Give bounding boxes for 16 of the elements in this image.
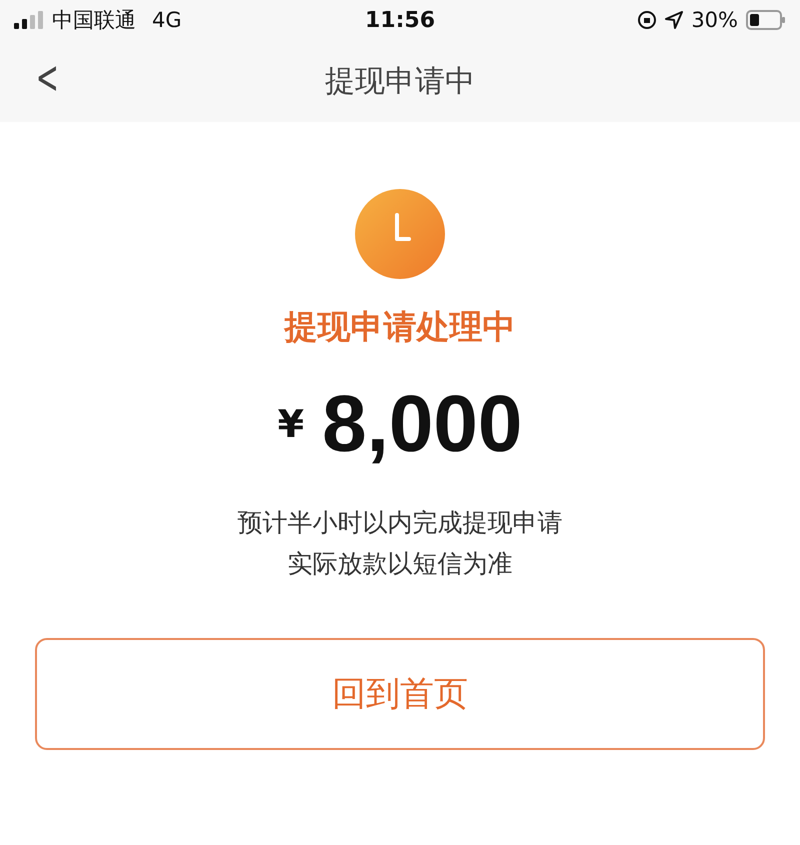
battery-icon xyxy=(746,10,786,30)
carrier-name: 中国联通 xyxy=(52,7,136,34)
location-icon xyxy=(665,11,684,29)
signal-icon xyxy=(14,11,44,29)
currency-symbol: ¥ xyxy=(278,402,304,446)
note-text: 预计半小时以内完成提现申请 xyxy=(238,507,562,539)
note-text: 实际放款以短信为准 xyxy=(288,548,512,580)
status-time: 11:56 xyxy=(364,8,436,32)
clock-icon xyxy=(355,189,445,279)
battery-percent: 30% xyxy=(691,8,738,32)
page-title: 提现申请中 xyxy=(325,62,475,100)
back-button[interactable]: < xyxy=(36,54,59,100)
rotation-lock-icon xyxy=(637,10,658,30)
status-title: 提现申请处理中 xyxy=(284,306,516,348)
amount: 8,000 xyxy=(322,378,522,470)
network-type: 4G xyxy=(152,8,182,32)
